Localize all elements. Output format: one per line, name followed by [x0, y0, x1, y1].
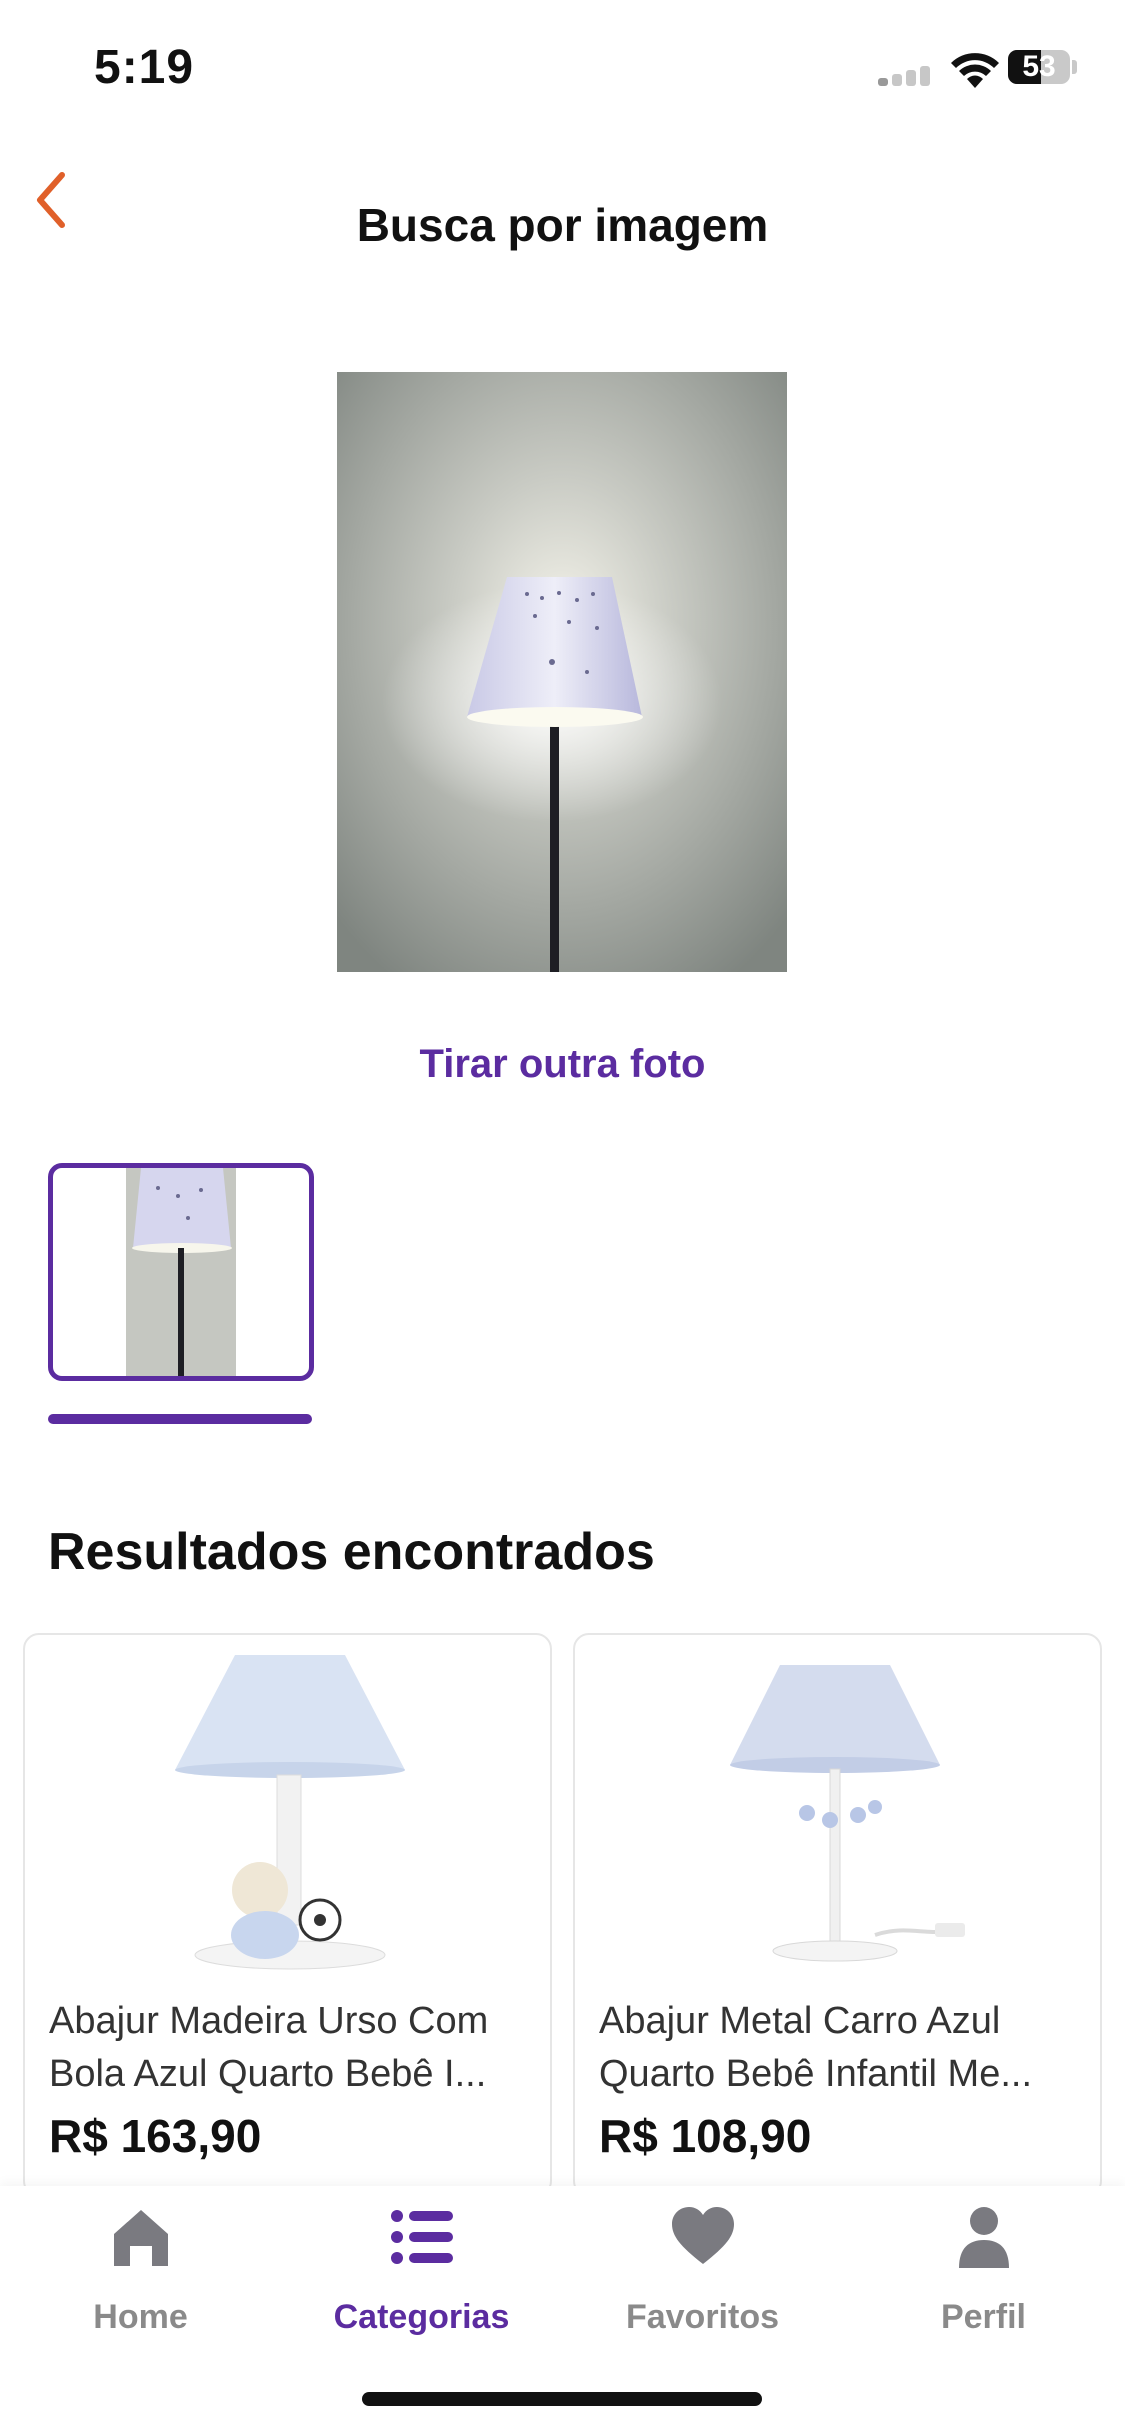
product-name: Abajur Madeira Urso Com Bola Azul Quarto…	[49, 2000, 489, 2095]
wifi-icon	[951, 53, 999, 88]
status-time: 5:19	[94, 41, 195, 94]
retake-photo-link[interactable]: Tirar outra foto	[0, 1042, 1125, 1087]
status-bar: 5:19 53	[0, 0, 1125, 140]
product-card[interactable]: Abajur Metal Carro Azul Quarto Bebê Infa…	[573, 1633, 1102, 2197]
tab-favoritos[interactable]: Favoritos	[562, 2204, 843, 2354]
battery-percentage: 53	[1022, 50, 1056, 83]
tab-categorias[interactable]: Categorias	[281, 2204, 562, 2354]
product-name: Abajur Metal Carro Azul Quarto Bebê Infa…	[599, 2000, 1033, 2095]
results-heading: Resultados encontrados	[48, 1523, 655, 1581]
heart-icon	[672, 2207, 734, 2264]
product-price: R$ 163,90	[49, 2110, 262, 2162]
list-icon	[391, 2210, 453, 2264]
selected-photo-thumbnail[interactable]	[48, 1163, 314, 1381]
product-card[interactable]: Abajur Madeira Urso Com Bola Azul Quarto…	[23, 1633, 552, 2197]
tab-label: Perfil	[940, 2298, 1027, 2336]
thumbnail-selection-indicator	[48, 1414, 312, 1424]
tab-label: Categorias	[333, 2298, 510, 2336]
product-image	[730, 1665, 965, 1962]
person-icon	[959, 2207, 1009, 2268]
page-title: Busca por imagem	[356, 199, 769, 251]
tab-perfil[interactable]: Perfil	[843, 2204, 1124, 2354]
battery-cap	[1072, 60, 1077, 74]
home-icon	[114, 2210, 168, 2266]
captured-photo	[337, 372, 787, 972]
tab-home[interactable]: Home	[0, 2204, 281, 2354]
product-image	[109, 1645, 469, 1985]
cellular-signal-icon	[878, 66, 934, 86]
home-indicator	[362, 2392, 762, 2406]
product-price: R$ 108,90	[599, 2110, 812, 2162]
tab-label: Home	[93, 2298, 188, 2336]
battery-icon: 53	[1008, 50, 1070, 84]
tab-label: Favoritos	[625, 2298, 780, 2336]
